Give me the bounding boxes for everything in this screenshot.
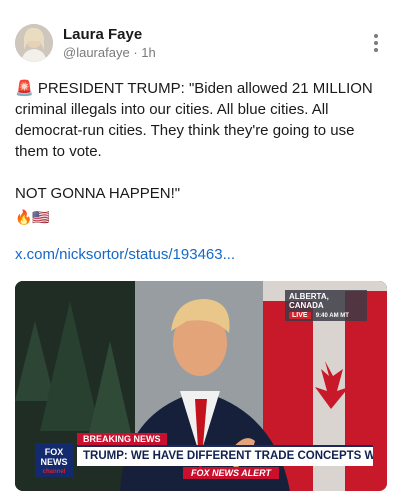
- more-vertical-icon-dot: [374, 41, 378, 45]
- logo-sub: channel: [42, 469, 66, 475]
- meta-separator: ·: [133, 45, 138, 60]
- news-headline: TRUMP: WE HAVE DIFFERENT TRADE CONCEPTS …: [77, 445, 373, 466]
- avatar[interactable]: [15, 24, 53, 62]
- logo-text: FOX NEWS: [40, 447, 68, 467]
- author-meta: @laurafaye · 1h: [63, 45, 156, 60]
- more-options-button[interactable]: [366, 32, 386, 54]
- time-label: 9:40 AM MT: [315, 313, 349, 319]
- more-vertical-icon: [374, 34, 378, 38]
- post-text: 🚨 PRESIDENT TRUMP: "Biden allowed 21 MIL…: [15, 80, 373, 202]
- news-lower-third: FOX NEWS channel BREAKING NEWS TRUMP: WE…: [33, 433, 373, 481]
- fox-news-alert-label: FOX NEWS ALERT: [183, 467, 280, 479]
- author-name[interactable]: Laura Faye: [63, 26, 142, 43]
- location-badge: ALBERTA, CANADA LIVE 9:40 AM MT: [285, 290, 367, 321]
- fox-news-logo: FOX NEWS channel: [35, 443, 73, 477]
- post-time[interactable]: 1h: [141, 45, 155, 60]
- video-thumbnail[interactable]: ALBERTA, CANADA LIVE 9:40 AM MT FOX NEWS…: [15, 281, 387, 491]
- post-link[interactable]: x.com/nicksortor/status/193463...: [15, 246, 235, 263]
- live-label: LIVE: [289, 312, 311, 319]
- post-emojis: 🔥🇺🇸: [15, 209, 50, 225]
- location-text: ALBERTA, CANADA: [289, 292, 329, 310]
- author-handle[interactable]: @laurafaye: [63, 45, 130, 60]
- more-vertical-icon-dot: [374, 48, 378, 52]
- breaking-news-label: BREAKING NEWS: [77, 433, 167, 445]
- post-card: Laura Faye @laurafaye · 1h 🚨 PRESIDENT T…: [0, 0, 402, 500]
